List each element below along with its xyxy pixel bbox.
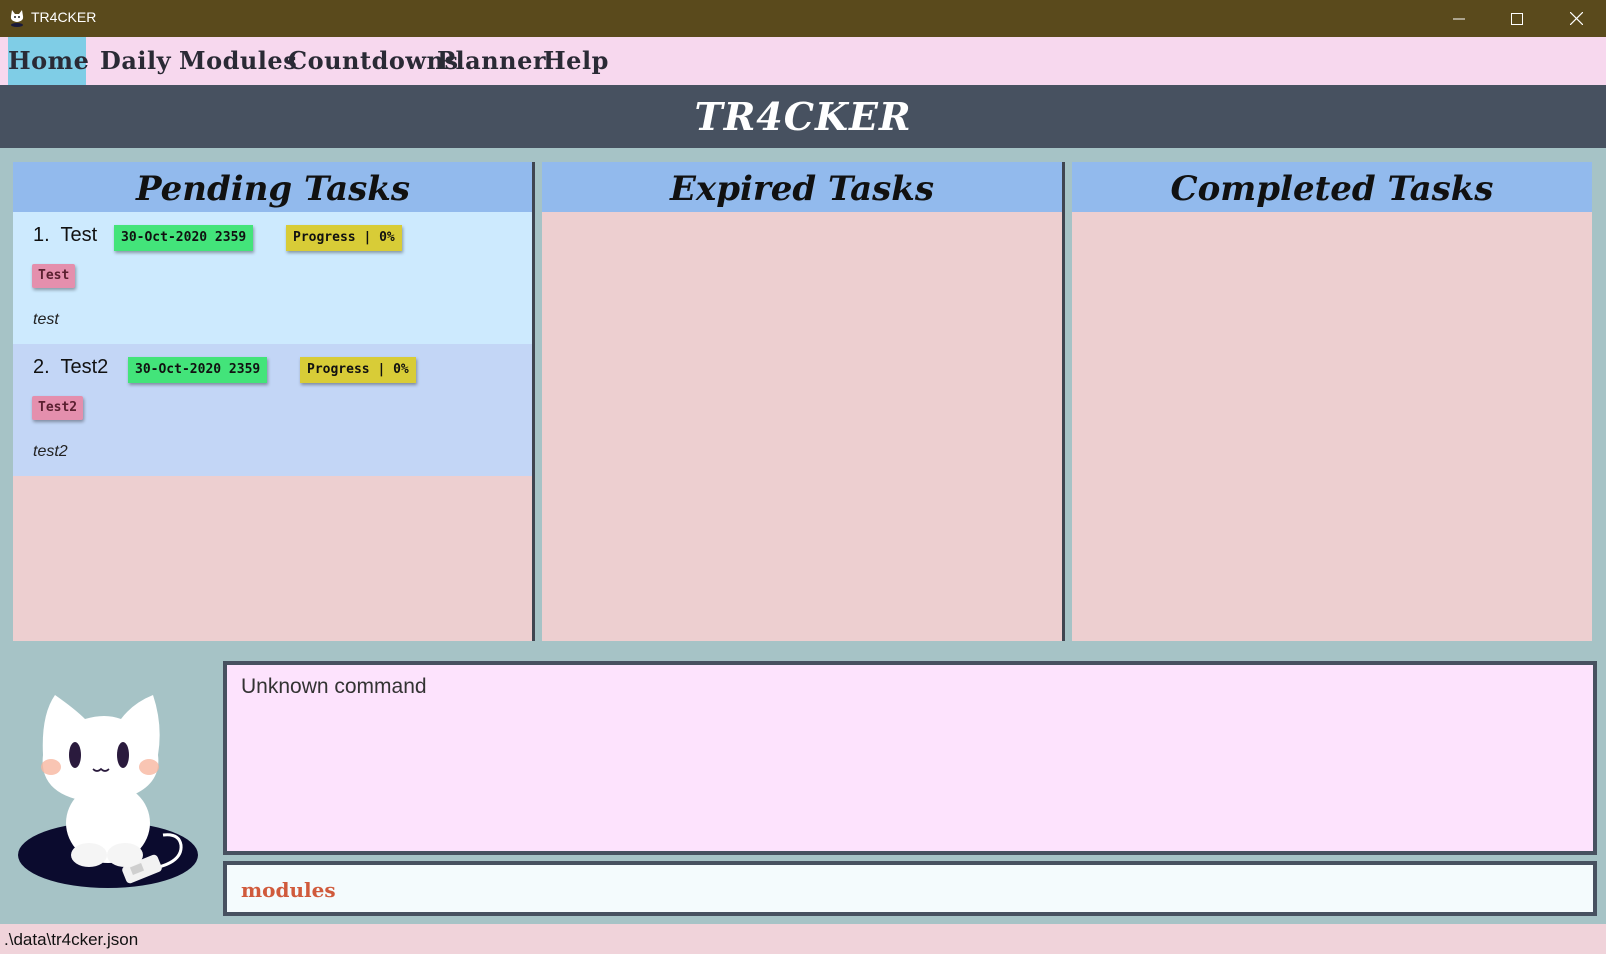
task-card[interactable]: 1. Test 30-Oct-2020 2359 Progress | 0% T… — [13, 212, 533, 344]
task-description: test2 — [33, 443, 68, 460]
window-title-bar: TR4CKER — [0, 0, 1606, 37]
expired-tasks-panel: Expired Tasks — [542, 162, 1062, 641]
tag-badge: Test — [32, 264, 76, 288]
deadline-badge: 30-Oct-2020 2359 — [128, 357, 268, 383]
expired-tasks-heading: Expired Tasks — [542, 162, 1062, 212]
cat-app-icon — [10, 10, 24, 27]
deadline-badge: 30-Oct-2020 2359 — [114, 225, 254, 251]
close-icon — [1569, 12, 1583, 25]
close-button[interactable] — [1547, 0, 1605, 37]
result-display: Unknown command — [223, 661, 1597, 855]
maximize-icon — [1511, 12, 1523, 25]
task-title: 2. Test2 — [33, 356, 108, 379]
pending-tasks-heading: Pending Tasks — [13, 162, 533, 212]
progress-badge: Progress | 0% — [286, 225, 402, 251]
menu-item-planner[interactable]: Planner — [437, 37, 546, 85]
pending-tasks-panel: Pending Tasks 1. Test 30-Oct-2020 2359 P… — [13, 162, 533, 641]
command-input[interactable] — [241, 875, 1541, 905]
minimize-button[interactable] — [1430, 0, 1488, 37]
app-header: TR4CKER — [0, 85, 1606, 148]
status-bar: .\data\tr4cker.json — [0, 924, 1606, 954]
menu-item-countdowns[interactable]: Countdowns — [288, 37, 459, 85]
menu-item-help[interactable]: Help — [543, 37, 609, 85]
app-header-title: TR4CKER — [694, 94, 912, 139]
task-name: Test — [60, 224, 98, 246]
tag-badge: Test2 — [32, 396, 84, 420]
command-box[interactable] — [223, 861, 1597, 916]
panel-divider — [1062, 162, 1065, 641]
menu-item-home[interactable]: Home — [8, 37, 89, 85]
completed-tasks-panel: Completed Tasks — [1072, 162, 1592, 641]
minimize-icon — [1453, 18, 1465, 19]
menu-item-daily[interactable]: Daily — [100, 37, 171, 85]
result-message: Unknown command — [241, 675, 427, 698]
maximize-button[interactable] — [1488, 0, 1546, 37]
task-title: 1. Test — [33, 224, 97, 247]
task-index: 2. — [33, 356, 50, 378]
task-card[interactable]: 2. Test2 30-Oct-2020 2359 Progress | 0% … — [13, 344, 533, 476]
cat-mascot-image — [18, 695, 198, 888]
menu-item-modules[interactable]: Modules — [179, 37, 297, 85]
progress-badge: Progress | 0% — [300, 357, 416, 383]
window-title: TR4CKER — [31, 9, 97, 25]
menu-bar: Home Daily Modules Countdowns Planner He… — [0, 37, 1606, 85]
task-name: Test2 — [60, 356, 109, 378]
save-file-path: .\data\tr4cker.json — [4, 930, 139, 949]
completed-tasks-heading: Completed Tasks — [1072, 162, 1592, 212]
task-index: 1. — [33, 224, 50, 246]
panel-divider — [532, 162, 535, 641]
task-description: test — [33, 311, 59, 328]
